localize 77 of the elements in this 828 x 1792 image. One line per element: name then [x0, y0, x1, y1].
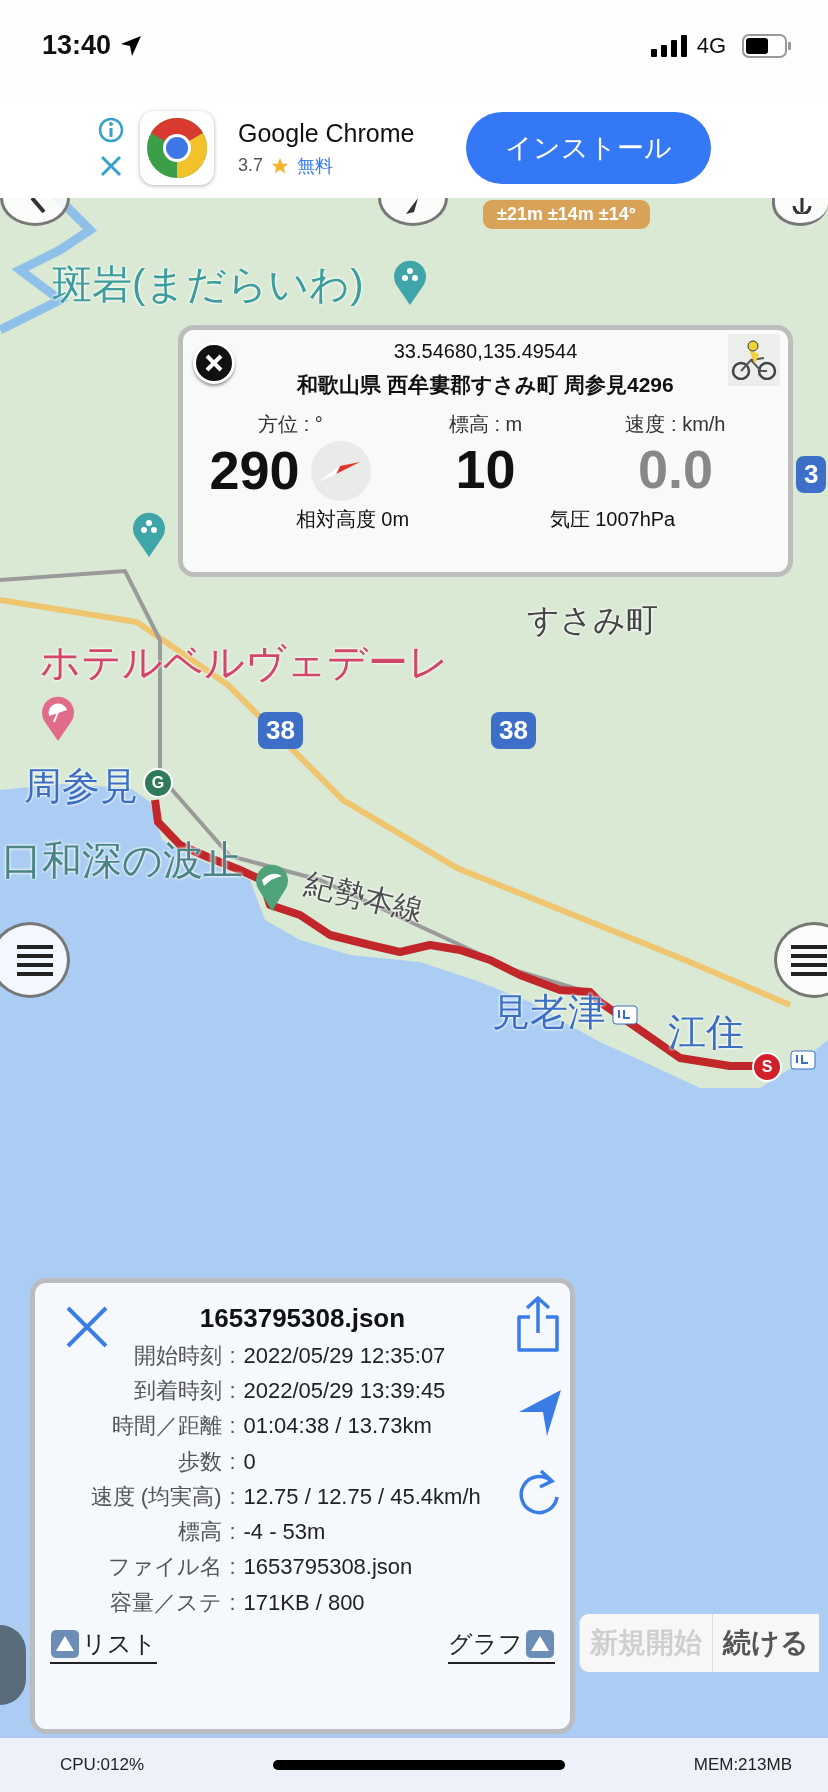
accuracy-badge: ±21m ±14m ±14°	[483, 200, 650, 229]
cpu-usage: CPU:012%	[60, 1755, 145, 1775]
map-label: 口和深の波止	[2, 838, 243, 882]
field-value: -4 - 53m	[243, 1518, 327, 1547]
info-icon[interactable]	[98, 117, 124, 143]
cyclist-icon	[731, 340, 777, 380]
chrome-logo-icon	[146, 117, 208, 179]
compass-icon	[309, 440, 372, 502]
field-value: 171KB / 800	[243, 1588, 366, 1617]
share-button[interactable]	[515, 1295, 561, 1353]
app-name: Google Chrome	[238, 118, 416, 148]
close-icon	[204, 353, 224, 373]
road-number: 38	[258, 712, 303, 749]
metric-value: 290	[209, 441, 300, 501]
network-type: 4G	[696, 32, 726, 59]
colon-separator: :	[228, 1518, 237, 1547]
field-value: 1653795308.json	[243, 1553, 414, 1582]
colon-separator: :	[228, 1412, 237, 1441]
memory-usage: MEM:213MB	[693, 1755, 792, 1775]
sensor-reading: 相対高度 0m	[295, 507, 410, 532]
share-icon	[515, 1295, 561, 1353]
station-icon	[790, 1050, 816, 1070]
track-file-title: 1653795308.json	[199, 1303, 406, 1334]
field-label: 時間／距離	[110, 1412, 222, 1441]
map-label: 見老津	[492, 992, 606, 1034]
field-label: 速度 (均実高)	[89, 1482, 222, 1511]
map-label: 紀勢本線	[302, 866, 427, 928]
field-label: 開始時刻	[132, 1342, 222, 1370]
station-icon	[612, 1005, 638, 1025]
battery-icon	[742, 33, 792, 58]
metric-label: 標高 : m	[448, 412, 523, 437]
colon-separator: :	[228, 1377, 237, 1406]
close-icon[interactable]	[98, 153, 124, 179]
metric-value: 10	[455, 440, 516, 500]
sensor-reading: 気圧 1007hPa	[549, 507, 676, 532]
star-icon	[271, 156, 290, 175]
field-value: 01:04:38 / 13.73km	[243, 1412, 433, 1441]
pin-icon[interactable]	[131, 510, 167, 558]
address: 和歌山県 西牟婁郡すさみ町 周参見4296	[297, 372, 674, 398]
road-number: 38	[491, 712, 536, 749]
map-label: 斑岩(まだらいわ)	[52, 262, 364, 306]
pin-icon[interactable]	[40, 694, 76, 742]
colon-separator: :	[228, 1553, 237, 1582]
field-value: 2022/05/29 13:39:45	[243, 1377, 447, 1406]
metric-label: 方位 : °	[258, 412, 323, 437]
road-number: 3	[796, 456, 827, 493]
field-value: 12.75 / 12.75 / 45.4km/h	[243, 1482, 482, 1511]
field-value: 2022/05/29 12:35:07	[243, 1342, 447, 1370]
metric-value: 0.0	[637, 440, 714, 500]
close-icon	[65, 1305, 109, 1349]
map-label: 江住	[668, 1012, 744, 1054]
field-value: 0	[243, 1447, 257, 1476]
install-button[interactable]: インストール	[466, 112, 711, 184]
field-label: 標高	[176, 1518, 222, 1547]
panel-link[interactable]: グラフ	[448, 1627, 555, 1664]
map-label: ホテルベルヴェデーレ	[40, 640, 449, 684]
signal-icon	[650, 34, 687, 57]
map-label: すさみ町	[527, 603, 658, 639]
pin-icon[interactable]	[254, 862, 290, 912]
location-arrow-icon	[119, 33, 144, 58]
field-label: ファイル名	[106, 1553, 222, 1582]
panel-link[interactable]: リスト	[50, 1627, 157, 1664]
field-label: 到着時刻	[132, 1377, 222, 1406]
colon-separator: :	[228, 1447, 237, 1476]
app-rating: 3.7	[238, 155, 264, 176]
coordinates: 33.54680,135.49544	[393, 340, 578, 363]
field-label: 歩数	[176, 1447, 222, 1476]
pin-icon[interactable]	[392, 258, 428, 306]
cycling-mode-button[interactable]	[728, 334, 780, 386]
map-label: 周参見	[24, 766, 138, 808]
status-time: 13:40	[42, 30, 112, 61]
colon-separator: :	[228, 1588, 237, 1617]
app-price: 無料	[297, 154, 334, 178]
field-label: 容量／ステ	[108, 1588, 222, 1617]
colon-separator: :	[228, 1482, 237, 1511]
colon-separator: :	[228, 1342, 237, 1370]
metric-label: 速度 : km/h	[625, 412, 726, 437]
